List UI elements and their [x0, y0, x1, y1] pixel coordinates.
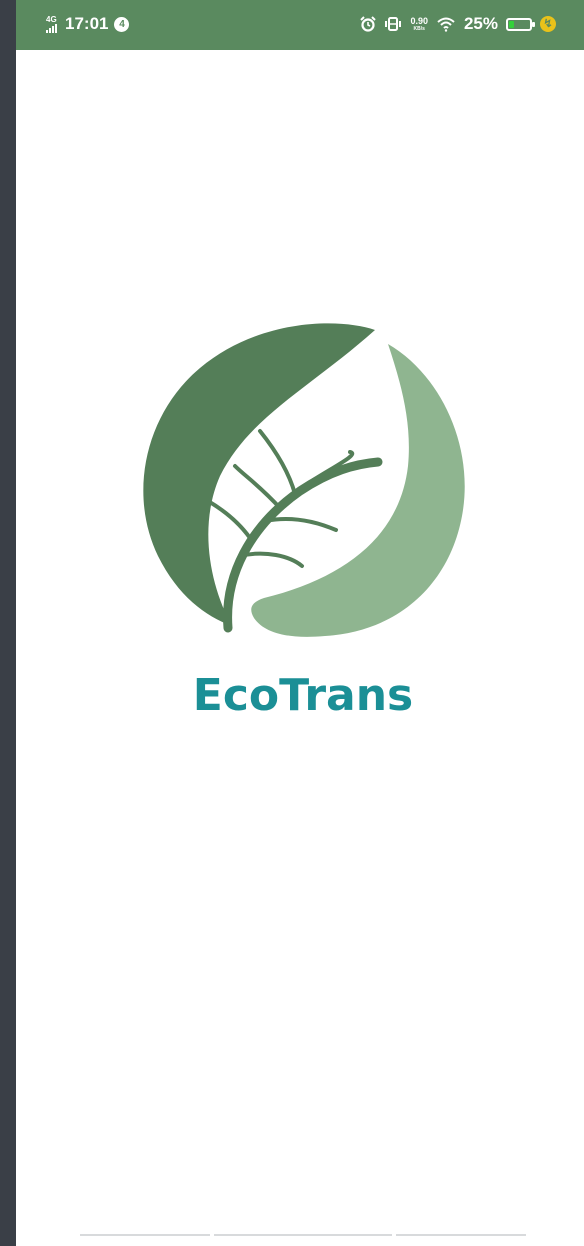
network-speed-unit: KB/s — [413, 25, 425, 32]
status-time: 17:01 — [65, 14, 109, 33]
nav-hint-right — [396, 1234, 526, 1236]
device-frame: 4G 17:01 4 0.90 KB/s 25% ↯ EcoTrans — [0, 0, 584, 1246]
network-speed: 0.90 KB/s — [410, 15, 428, 32]
app-name: EcoTrans — [192, 670, 414, 721]
status-bar: 4G 17:01 4 0.90 KB/s 25% ↯ — [16, 0, 584, 50]
nav-hint-center — [214, 1234, 392, 1236]
nav-hint-left — [80, 1234, 210, 1236]
notification-count-badge: 4 — [114, 16, 130, 32]
cellular-signal-icon: 4G — [46, 14, 57, 33]
status-bar-right: 0.90 KB/s 25% ↯ — [360, 14, 556, 34]
battery-percent: 25% — [463, 14, 498, 33]
network-type: 4G — [46, 14, 57, 24]
ecotrans-leaf-logo — [143, 323, 465, 637]
wifi-icon — [437, 17, 455, 32]
battery-level — [509, 20, 514, 28]
status-bar-left: 4G 17:01 4 — [46, 14, 130, 34]
network-speed-value: 0.90 — [410, 15, 428, 26]
battery-icon — [506, 17, 535, 31]
vibrate-icon — [385, 17, 402, 31]
alarm-icon — [360, 16, 377, 32]
splash-screen: EcoTrans — [16, 50, 584, 1246]
charging-icon: ↯ — [540, 16, 556, 32]
